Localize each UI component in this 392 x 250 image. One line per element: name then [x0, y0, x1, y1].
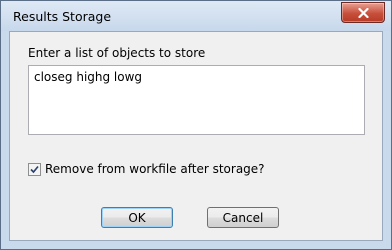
checkmark-icon [30, 165, 39, 173]
window-title: Results Storage [13, 9, 112, 24]
remove-from-workfile-checkbox[interactable] [28, 162, 41, 176]
remove-from-workfile-label: Remove from workfile after storage? [45, 162, 265, 176]
objects-list-input[interactable]: closeg highg lowg [28, 65, 365, 135]
title-bar[interactable]: Results Storage [1, 1, 391, 31]
cancel-button[interactable]: Cancel [207, 207, 279, 228]
close-button[interactable] [341, 2, 385, 23]
ok-button[interactable]: OK [101, 207, 173, 228]
remove-from-workfile-option[interactable]: Remove from workfile after storage? [28, 162, 265, 176]
objects-prompt-label: Enter a list of objects to store [28, 46, 206, 60]
dialog-body: Enter a list of objects to store closeg … [9, 31, 383, 241]
close-icon [357, 7, 369, 18]
results-storage-dialog: Results Storage Enter a list of objects … [0, 0, 392, 250]
